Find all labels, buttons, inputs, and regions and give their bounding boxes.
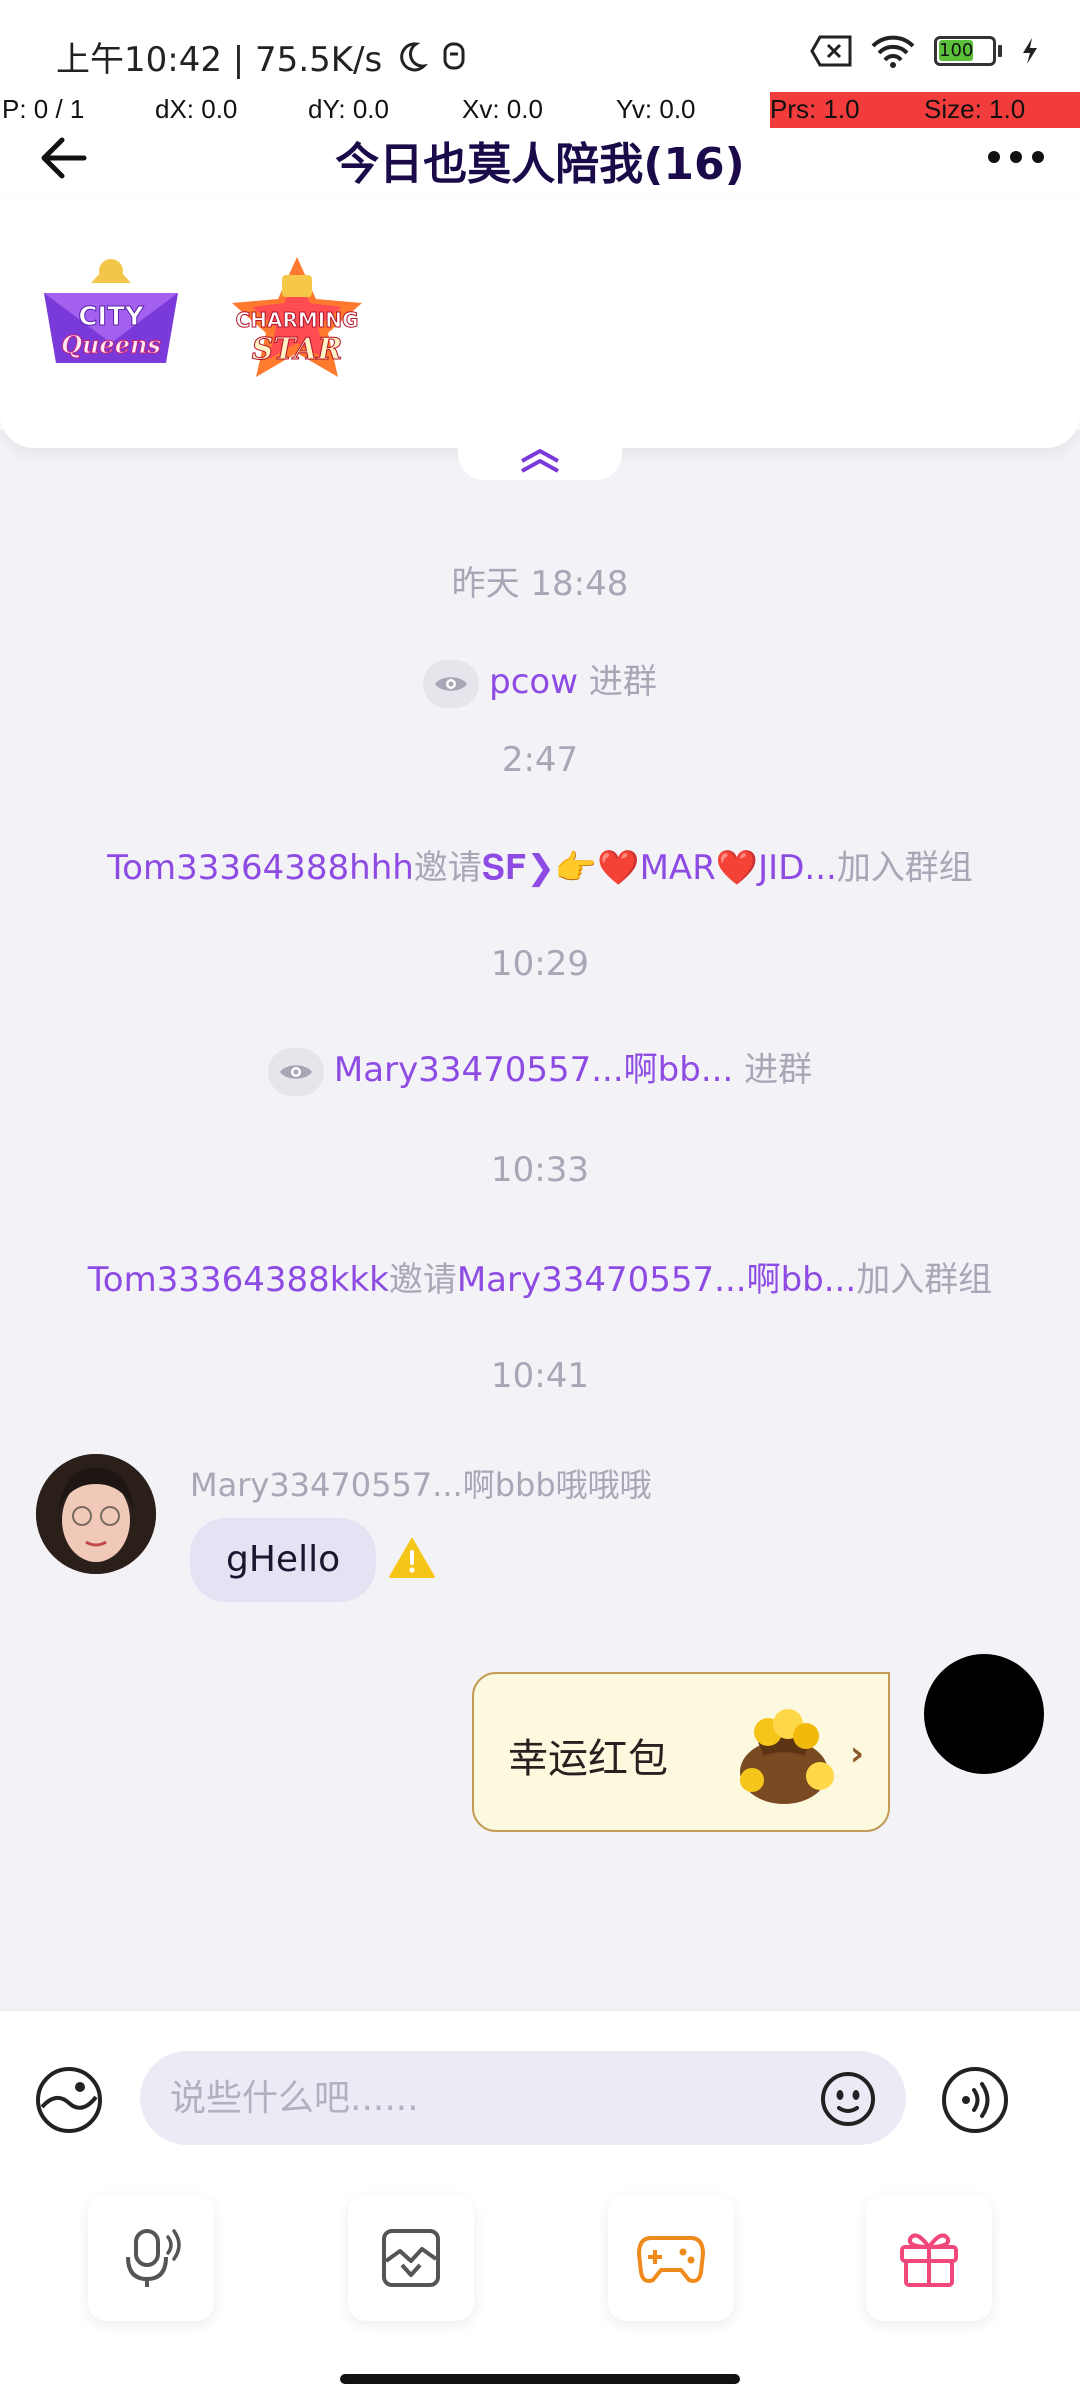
timestamp: 2:47	[501, 740, 579, 780]
debug-xv: Xv: 0.0	[462, 94, 543, 124]
more-icon	[988, 151, 1000, 163]
send-failed-warning[interactable]	[388, 1536, 436, 1580]
chat-header: 今日也莫人陪我(16)	[0, 122, 1080, 194]
photo-button[interactable]	[348, 2195, 474, 2321]
invite-word: 邀请	[413, 848, 482, 888]
warning-icon	[389, 1538, 435, 1578]
more-button[interactable]	[988, 142, 1044, 172]
invitee-username[interactable]: 𝐒𝐅❯👉❤️MAR❤️JID...	[482, 848, 837, 888]
badge-text-queens: Queens	[61, 330, 161, 359]
sender-avatar[interactable]	[36, 1454, 156, 1574]
red-packet-label: 幸运红包	[508, 1736, 668, 1782]
message-input-field[interactable]	[140, 2051, 906, 2145]
join-label: 进群	[578, 662, 657, 702]
emoji-icon	[821, 2072, 875, 2126]
join-username[interactable]: Mary33470557...啊bb...	[334, 1050, 733, 1090]
debug-yv: Yv: 0.0	[616, 94, 696, 124]
join-notice: pcow 进群	[0, 654, 1080, 708]
gift-button[interactable]	[866, 2195, 992, 2321]
money-bag-icon	[740, 1709, 834, 1804]
sticker-button[interactable]	[34, 2065, 104, 2135]
status-left: 上午10:42 | 75.5K/s	[56, 32, 468, 81]
voice-wave-icon	[942, 2067, 1008, 2133]
my-avatar[interactable]	[924, 1654, 1044, 1774]
debug-p: P: 0 / 1	[2, 94, 85, 124]
invite-notice: Tom33364388kkk邀请Mary33470557...啊bb...加入群…	[0, 1252, 1080, 1301]
gift-icon	[900, 2233, 958, 2287]
invitee-username[interactable]: Mary33470557...啊bb...	[457, 1260, 856, 1300]
chat-screen: 上午10:42 | 75.5K/s 100 P: 0 / 1 dX: 0.0 d…	[0, 0, 1080, 2400]
chevron-right-icon: ›	[849, 1734, 864, 1774]
emoji-button[interactable]	[820, 2071, 876, 2127]
join-username[interactable]: pcow	[489, 662, 578, 702]
join-label: 进群	[733, 1050, 813, 1090]
no-sim-icon	[810, 35, 852, 67]
collapse-chevron-icon	[521, 449, 559, 473]
collapse-panel-button[interactable]	[458, 440, 622, 480]
lucky-red-packet[interactable]: 幸运红包 ›	[472, 1672, 890, 1832]
eye-badge	[423, 659, 480, 708]
badge-text-charming: CHARMING	[236, 308, 359, 332]
eye-icon	[435, 676, 468, 691]
badge-text-star: STAR	[252, 332, 343, 367]
timestamp: 昨天 18:48	[451, 564, 629, 604]
status-right: 100	[810, 34, 1040, 68]
debug-dx: dX: 0.0	[155, 94, 238, 124]
status-bar: 上午10:42 | 75.5K/s 100	[0, 0, 1080, 95]
home-indicator[interactable]	[340, 2374, 740, 2384]
inviter-username[interactable]: Tom33364388hhh	[107, 848, 414, 888]
debug-prs: Prs: 1.0	[770, 94, 860, 124]
invite-suffix: 加入群组	[856, 1260, 993, 1300]
game-button[interactable]	[608, 2195, 734, 2321]
debug-dy: dY: 0.0	[308, 94, 389, 124]
wifi-icon	[871, 35, 915, 68]
join-notice: Mary33470557...啊bb... 进群	[0, 1042, 1080, 1096]
group-badges-panel: CITY Queens CHARMING STAR	[0, 198, 1080, 448]
status-time: 上午10:42 | 75.5K/s	[56, 40, 383, 80]
microphone-icon	[126, 2229, 181, 2287]
charging-icon	[1023, 38, 1037, 64]
invite-suffix: 加入群组	[836, 848, 973, 888]
eye-icon	[279, 1064, 312, 1079]
timestamp: 10:29	[491, 944, 589, 984]
notification-icon	[443, 42, 465, 69]
message-bubble[interactable]: gHello	[190, 1518, 377, 1602]
charming-star-badge[interactable]: CHARMING STAR	[222, 253, 372, 383]
invite-notice: Tom33364388hhh邀请𝐒𝐅❯👉❤️MAR❤️JID...加入群组	[0, 840, 1080, 889]
photo-icon	[382, 2229, 440, 2287]
sticker-icon	[36, 2067, 102, 2133]
voice-input-button[interactable]	[940, 2065, 1010, 2135]
sender-name: Mary33470557...啊bbb哦哦哦	[190, 1466, 652, 1504]
badge-text-city: CITY	[78, 302, 144, 332]
eye-badge	[267, 1047, 324, 1096]
timestamp: 10:33	[491, 1150, 589, 1190]
debug-size: Size: 1.0	[924, 94, 1026, 124]
battery-level: 100	[939, 40, 974, 61]
inviter-username[interactable]: Tom33364388kkk	[88, 1260, 389, 1300]
timestamp: 10:41	[491, 1356, 589, 1396]
input-area	[0, 2010, 1080, 2400]
voice-room-button[interactable]	[88, 2195, 214, 2321]
gamepad-icon	[637, 2236, 705, 2283]
message-input[interactable]	[170, 2051, 810, 2145]
moon-icon	[400, 41, 429, 71]
city-queens-badge[interactable]: CITY Queens	[36, 253, 186, 383]
battery-indicator: 100	[934, 36, 1002, 66]
invite-word: 邀请	[388, 1260, 457, 1300]
group-title: 今日也莫人陪我(16)	[335, 139, 745, 190]
